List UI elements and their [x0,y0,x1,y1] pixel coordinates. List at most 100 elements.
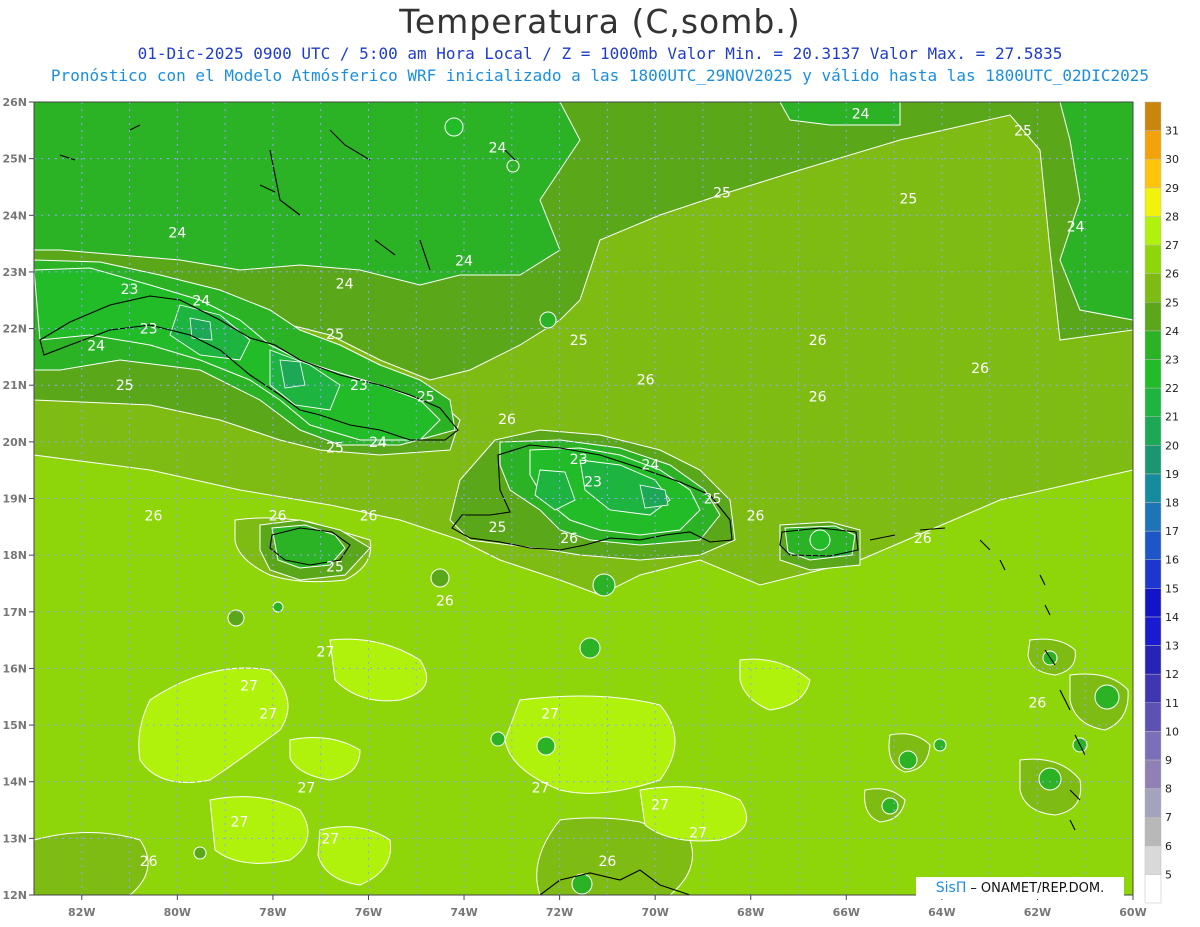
x-tick-label: 68W [737,906,764,919]
colorbar-swatch [1144,273,1162,303]
colorbar-label: 10 [1165,725,1179,738]
contour-label: 26 [269,508,287,524]
colorbar-swatch [1144,244,1162,274]
colorbar-label: 7 [1165,811,1172,824]
x-tick-label: 76W [355,906,382,919]
contour-label: 26 [1029,695,1047,711]
colorbar-swatch [1144,845,1162,875]
colorbar-label: 6 [1165,840,1172,853]
contour-label: 26 [809,390,827,406]
contour-label: 27 [651,797,669,813]
colorbar-label: 16 [1165,554,1179,567]
contour-label: 27 [321,831,339,847]
contour-label: 25 [489,520,507,536]
contour-label: 23 [570,452,588,468]
colorbar-swatch [1144,530,1162,560]
y-tick-label: 12N [2,889,27,902]
credit-box: SisΠ – ONAMET/REP.DOM. [916,877,1124,899]
y-tick-label: 21N [2,379,27,392]
y-tick-label: 14N [2,776,27,789]
contour-label: 25 [116,378,134,394]
contour-label: 27 [541,707,559,723]
colorbar-swatch [1144,101,1162,131]
contour-label: 27 [689,826,707,842]
y-axis: 12N 13N 14N 15N 16N 17N 18N 19N 20N 21N 22N 23N 24N 2… [2,96,34,902]
colorbar-swatch [1144,158,1162,189]
y-tick-label: 16N [2,662,27,675]
contour-label: 23 [140,322,158,338]
colorbar-label: 18 [1165,497,1179,510]
contour-label: 25 [417,390,435,406]
contour-label: 26 [360,508,378,524]
contour-label: 25 [1014,123,1032,139]
x-tick-label: 66W [833,906,860,919]
contour-label: 27 [297,780,315,796]
colorbar-swatch [1144,731,1162,761]
contour-label: 24 [369,435,387,451]
x-tick-label: 78W [259,906,286,919]
x-tick-label: 80W [164,906,191,919]
contour-label: 23 [584,475,602,491]
colorbar: 5 6 7 8 9 10 11 12 13 14 15 16 17 18 19 20 21 22 23 24 25 26 2… [1144,101,1179,904]
y-tick-label: 25N [2,153,27,166]
x-tick-label: 62W [1024,906,1051,919]
contour-label: 24 [87,339,105,355]
colorbar-swatch [1144,216,1162,246]
contour-label: 24 [455,254,473,270]
colorbar-label: 28 [1165,210,1179,223]
y-tick-label: 18N [2,549,27,562]
contour-label: 26 [145,508,163,524]
colorbar-swatch [1144,473,1162,503]
colorbar-swatch [1144,645,1162,675]
contour-label: 26 [560,531,578,547]
colorbar-swatch [1144,330,1162,360]
colorbar-swatch [1144,559,1162,589]
sispi-logo: SisΠ [935,880,967,896]
y-tick-label: 22N [2,323,27,336]
y-tick-label: 26N [2,96,27,109]
colorbar-label: 19 [1165,468,1179,481]
colorbar-label: 8 [1165,783,1172,796]
contour-label: 27 [240,678,258,694]
colorbar-label: 31 [1165,125,1179,138]
colorbar-label: 14 [1165,611,1179,624]
y-tick-label: 20N [2,436,27,449]
contour-label: 27 [231,814,249,830]
x-tick-label: 72W [546,906,573,919]
contour-label: 24 [852,106,870,122]
y-tick-label: 24N [2,209,27,222]
colorbar-label: 23 [1165,353,1179,366]
colorbar-swatch [1144,187,1162,217]
colorbar-label: 26 [1165,268,1179,281]
contour-label: 26 [598,854,616,870]
temperature-map: 24 24 25 25 25 24 24 24 23 24 24 23 25 25 26 24 25 23 26 26… [2,96,1179,919]
contour-label: 27 [532,780,550,796]
x-tick-label: 70W [641,906,668,919]
y-tick-label: 23N [2,266,27,279]
contour-label: 24 [192,293,210,309]
contour-label: 25 [326,559,344,575]
contour-label: 25 [570,333,588,349]
y-tick-label: 19N [2,493,27,506]
colorbar-swatch [1144,416,1162,446]
colorbar-swatch [1144,788,1162,818]
colorbar-swatch [1144,588,1162,618]
colorbar-swatch [1144,673,1162,704]
colorbar-swatch [1144,702,1162,732]
colorbar-label: 9 [1165,754,1172,767]
contour-label: 26 [809,333,827,349]
contour-label: 26 [747,508,765,524]
contour-label: 26 [971,361,989,377]
y-tick-label: 17N [2,606,27,619]
contour-label: 26 [914,531,932,547]
colorbar-swatch [1144,874,1162,904]
colorbar-swatch [1144,387,1162,417]
colorbar-label: 22 [1165,382,1179,395]
colorbar-swatch [1144,302,1162,332]
contour-label: 26 [637,373,655,389]
colorbar-label: 20 [1165,439,1179,452]
colorbar-swatch [1144,130,1162,160]
contour-label: 24 [1067,220,1085,236]
contour-label: 24 [336,276,354,292]
colorbar-label: 25 [1165,296,1179,309]
